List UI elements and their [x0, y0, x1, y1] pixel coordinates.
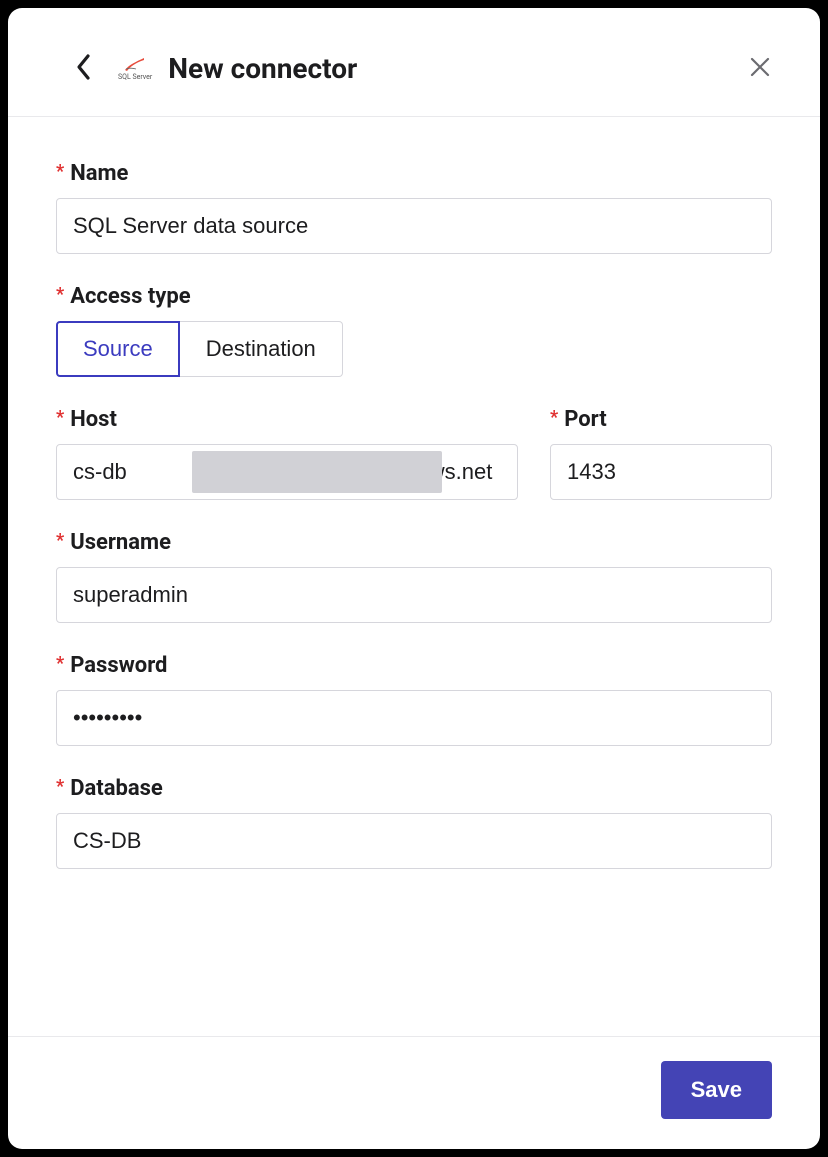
- new-connector-dialog: SQL Server New connector * Name * Access t…: [8, 8, 820, 1149]
- password-label: Password: [70, 653, 167, 678]
- username-input[interactable]: [56, 567, 772, 623]
- required-mark: *: [56, 407, 64, 428]
- dialog-header: SQL Server New connector: [8, 8, 820, 117]
- host-input[interactable]: [56, 444, 518, 500]
- database-group: * Database: [56, 776, 772, 869]
- required-mark: *: [550, 407, 558, 428]
- port-label: Port: [564, 407, 607, 432]
- required-mark: *: [56, 284, 64, 305]
- port-input[interactable]: [550, 444, 772, 500]
- username-label: Username: [70, 530, 171, 555]
- close-button[interactable]: [740, 48, 780, 88]
- dialog-title: New connector: [168, 52, 357, 85]
- required-mark: *: [56, 776, 64, 797]
- back-button[interactable]: [64, 48, 104, 88]
- chevron-left-icon: [75, 53, 93, 84]
- required-mark: *: [56, 653, 64, 674]
- username-group: * Username: [56, 530, 772, 623]
- host-label: Host: [70, 407, 117, 432]
- name-group: * Name: [56, 161, 772, 254]
- close-icon: [748, 55, 772, 82]
- host-port-row: * Host * Port: [56, 407, 772, 500]
- database-input[interactable]: [56, 813, 772, 869]
- host-group: * Host: [56, 407, 518, 500]
- sql-server-logo: SQL Server: [118, 56, 152, 81]
- password-input[interactable]: [56, 690, 772, 746]
- name-label: Name: [70, 161, 128, 186]
- port-group: * Port: [550, 407, 772, 500]
- access-type-label: Access type: [70, 284, 190, 309]
- dialog-footer: Save: [8, 1036, 820, 1149]
- database-label: Database: [70, 776, 163, 801]
- access-type-source[interactable]: Source: [56, 321, 180, 377]
- password-group: * Password: [56, 653, 772, 746]
- access-type-destination[interactable]: Destination: [180, 321, 343, 377]
- name-input[interactable]: [56, 198, 772, 254]
- required-mark: *: [56, 530, 64, 551]
- sql-server-icon: [124, 56, 146, 72]
- sql-server-logo-text: SQL Server: [118, 73, 152, 81]
- required-mark: *: [56, 161, 64, 182]
- connector-form: * Name * Access type Source Destination * H…: [8, 117, 820, 1036]
- save-button[interactable]: Save: [661, 1061, 772, 1119]
- access-type-segmented: Source Destination: [56, 321, 343, 377]
- access-type-group: * Access type Source Destination: [56, 284, 772, 377]
